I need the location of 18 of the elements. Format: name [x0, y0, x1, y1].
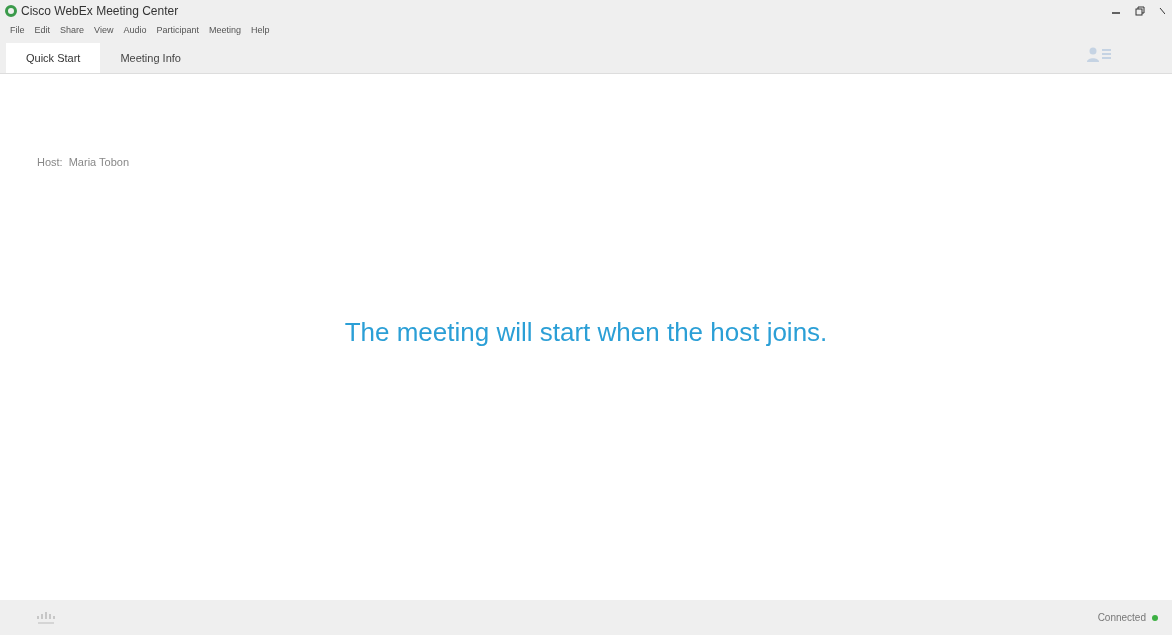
cisco-logo-icon: [36, 610, 56, 625]
menu-item[interactable]: Edit: [34, 24, 51, 38]
menu-item[interactable]: Meeting: [209, 24, 241, 38]
host-name: Maria Tobon: [68, 155, 130, 170]
menu-item[interactable]: Help: [251, 24, 270, 38]
restore-icon[interactable]: [1135, 6, 1145, 16]
menu-item[interactable]: Audio: [123, 24, 147, 38]
waiting-message: The meeting will start when the host joins.: [344, 315, 828, 349]
tab[interactable]: Meeting Info: [100, 43, 201, 73]
menu-item[interactable]: View: [94, 24, 114, 38]
menu-item[interactable]: File: [10, 24, 25, 38]
window-title: Cisco WebEx Meeting Center: [21, 3, 179, 20]
connection-status: Connected: [1097, 611, 1146, 625]
tab[interactable]: Quick Start: [6, 43, 101, 73]
host-label: Host:: [37, 155, 63, 170]
menu-item[interactable]: Share: [60, 24, 85, 38]
menu-item[interactable]: Participant: [156, 24, 199, 38]
app-logo-icon: [5, 5, 17, 17]
